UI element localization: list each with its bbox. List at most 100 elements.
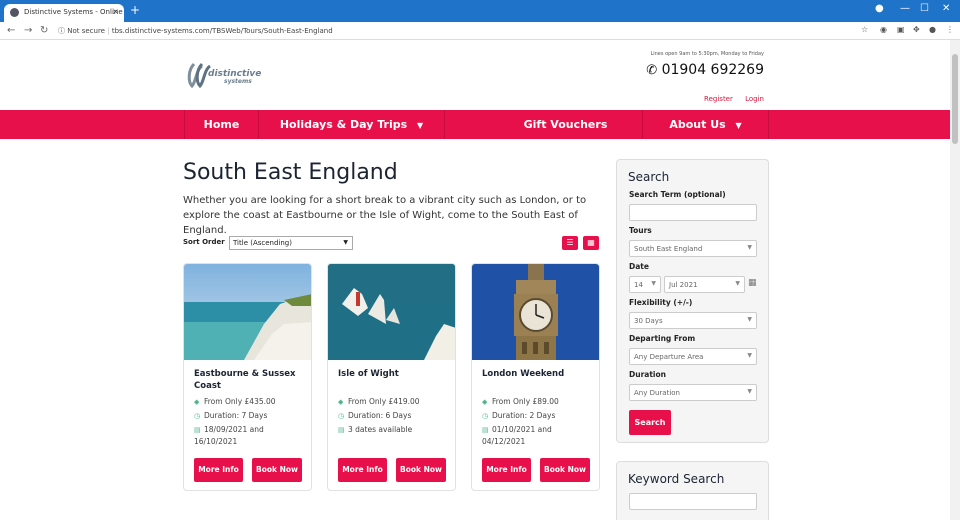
duration-label: Duration <box>629 370 666 379</box>
book-now-button[interactable]: Book Now <box>252 458 302 482</box>
nav-about[interactable]: About Us ▼ <box>642 110 769 139</box>
more-info-button[interactable]: More Info <box>194 458 243 482</box>
day-select[interactable]: 14 ▼ <box>629 276 661 293</box>
keyword-search-input[interactable] <box>629 493 757 510</box>
chevron-down-icon: ▼ <box>735 280 740 287</box>
clock-icon: ◷ <box>482 412 489 420</box>
tour-duration-text: Duration: 7 Days <box>204 411 268 420</box>
tours-select[interactable]: South East England ▼ <box>629 240 757 257</box>
tour-image-isle-of-wight[interactable] <box>328 264 456 360</box>
list-icon: ☰ <box>566 238 574 247</box>
tour-dates: ▤ 18/09/2021 and 16/10/2021 <box>194 424 304 447</box>
bookmark-star-icon[interactable]: ☆ <box>861 25 868 34</box>
departing-select[interactable]: Any Departure Area ▼ <box>629 348 757 365</box>
tour-dates: ▤ 3 dates available <box>338 424 448 436</box>
url-text: tbs.distinctive-systems.com/TBSWeb/Tours… <box>111 27 333 35</box>
chevron-down-icon: ▼ <box>747 244 752 251</box>
logo-sub: systems <box>224 78 252 85</box>
calendar-icon[interactable]: ▦ <box>748 278 757 288</box>
calendar-icon: ▤ <box>194 426 201 434</box>
tour-duration-text: Duration: 6 Days <box>348 411 412 420</box>
new-tab-button[interactable]: + <box>130 3 140 17</box>
tour-image-london[interactable] <box>472 264 600 360</box>
camera-icon[interactable]: ◉ <box>880 25 887 34</box>
tag-icon: ◆ <box>338 398 344 406</box>
book-now-button[interactable]: Book Now <box>396 458 446 482</box>
scrollbar-thumb[interactable] <box>952 54 958 144</box>
tour-dates-text: 3 dates available <box>348 425 413 434</box>
profile-icon[interactable]: ● <box>875 3 884 14</box>
tour-image-eastbourne[interactable] <box>184 264 312 360</box>
chevron-down-icon: ▼ <box>747 316 752 323</box>
tag-icon: ◆ <box>194 398 200 406</box>
tours-value: South East England <box>634 245 703 253</box>
tour-price: ◆ From Only £89.00 <box>482 396 592 408</box>
logo-text: distinctive systems <box>208 70 261 86</box>
calendar-icon: ▤ <box>482 426 489 434</box>
chevron-down-icon: ▼ <box>343 239 348 246</box>
tour-dates-text: 01/10/2021 and 04/12/2021 <box>482 425 552 446</box>
sort-value: Title (Ascending) <box>233 239 292 247</box>
grid-view-button[interactable]: ▦ <box>583 236 599 250</box>
menu-dots-icon[interactable]: ⋮ <box>946 25 954 34</box>
extension-icon[interactable]: ▣ <box>897 25 905 34</box>
book-now-button[interactable]: Book Now <box>540 458 590 482</box>
tour-price-text: From Only £435.00 <box>204 397 276 406</box>
tour-duration: ◷ Duration: 2 Days <box>482 410 592 422</box>
chevron-down-icon: ▼ <box>417 121 424 130</box>
account-icon[interactable]: ● <box>929 25 936 34</box>
flexibility-value: 30 Days <box>634 317 663 325</box>
month-select[interactable]: Jul 2021 ▼ <box>664 276 745 293</box>
page-title: South East England <box>183 160 398 185</box>
list-view-button[interactable]: ☰ <box>562 236 578 250</box>
tour-title[interactable]: London Weekend <box>482 368 592 380</box>
url-field[interactable]: ⓘ Not secure | tbs.distinctive-systems.c… <box>58 24 848 38</box>
browser-titlebar: Distinctive Systems - Online book × + ● … <box>0 0 960 22</box>
tour-price: ◆ From Only £419.00 <box>338 396 448 408</box>
flexibility-select[interactable]: 30 Days ▼ <box>629 312 757 329</box>
maximize-icon[interactable]: ☐ <box>920 3 929 14</box>
tour-title[interactable]: Isle of Wight <box>338 368 448 380</box>
month-value: Jul 2021 <box>669 281 698 289</box>
logo-name: distinctive <box>208 69 262 79</box>
keyword-search-panel: Keyword Search <box>616 461 769 520</box>
page-intro: Whether you are looking for a short brea… <box>183 195 587 236</box>
main-nav: Home Holidays & Day Trips ▼ Gift Voucher… <box>0 110 950 139</box>
nav-holidays[interactable]: Holidays & Day Trips ▼ <box>258 110 444 139</box>
search-title: Search <box>628 170 670 184</box>
login-link[interactable]: Login <box>745 95 764 103</box>
search-term-input[interactable] <box>629 204 757 221</box>
register-link[interactable]: Register <box>704 95 733 103</box>
phone-icon: ✆ <box>646 63 658 78</box>
nav-holidays-label: Holidays & Day Trips <box>279 118 408 131</box>
tour-card: Eastbourne & Sussex Coast ◆ From Only £43… <box>183 263 312 491</box>
duration-select[interactable]: Any Duration ▼ <box>629 384 757 401</box>
tour-title[interactable]: Eastbourne & Sussex Coast <box>194 368 304 392</box>
browser-tab[interactable]: Distinctive Systems - Online book × <box>4 4 124 22</box>
forward-icon[interactable]: → <box>24 25 32 36</box>
sort-select[interactable]: Title (Ascending) ▼ <box>229 236 353 250</box>
tour-duration: ◷ Duration: 7 Days <box>194 410 304 422</box>
more-info-button[interactable]: More Info <box>482 458 531 482</box>
day-value: 14 <box>634 281 643 289</box>
info-icon: ⓘ <box>58 27 65 35</box>
search-button[interactable]: Search <box>629 410 671 435</box>
tour-dates-text: 18/09/2021 and 16/10/2021 <box>194 425 264 446</box>
departing-value: Any Departure Area <box>634 353 704 361</box>
back-icon[interactable]: ← <box>7 25 15 36</box>
puzzle-icon[interactable]: ✥ <box>913 25 920 34</box>
page-scrollbar[interactable] <box>950 40 960 520</box>
flexibility-label: Flexibility (+/-) <box>629 298 693 307</box>
search-term-label: Search Term (optional) <box>629 190 726 199</box>
minimize-icon[interactable]: — <box>900 3 910 14</box>
reload-icon[interactable]: ↻ <box>40 25 48 36</box>
nav-home[interactable]: Home <box>184 110 258 139</box>
more-info-button[interactable]: More Info <box>338 458 387 482</box>
globe-icon <box>10 8 19 17</box>
departing-label: Departing From <box>629 334 696 343</box>
chevron-down-icon: ▼ <box>651 280 656 287</box>
tab-close-icon[interactable]: × <box>112 7 119 16</box>
phone-number[interactable]: ✆ 01904 692269 <box>646 62 764 78</box>
close-window-icon[interactable]: ✕ <box>942 3 950 14</box>
url-separator: | <box>107 27 110 35</box>
